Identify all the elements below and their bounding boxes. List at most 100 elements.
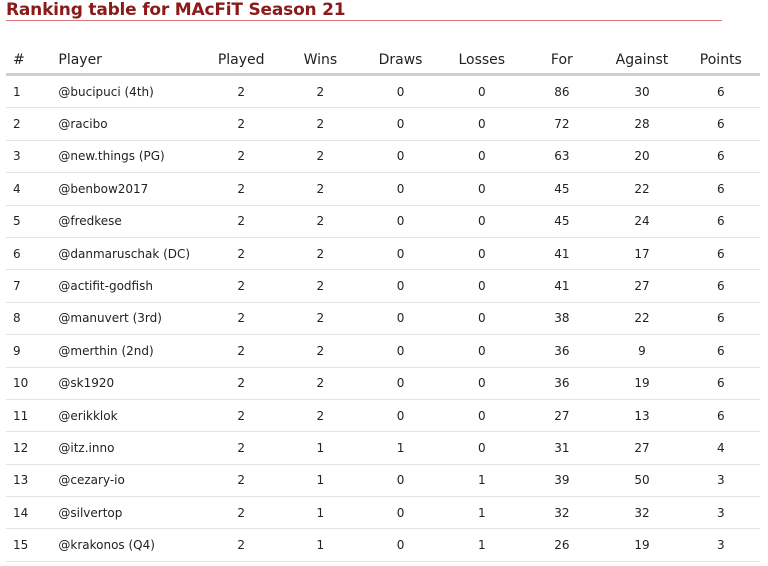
table-row: 12 @itz.inno 2 1 1 0 31 27 4 <box>6 431 760 465</box>
table-row: 2 @racibo 2 2 0 0 72 28 6 <box>6 107 760 141</box>
cell-player: @fredkese <box>58 205 201 238</box>
cell-player: @racibo <box>58 107 201 141</box>
cell-against: 22 <box>602 302 682 336</box>
cell-against: 27 <box>602 269 682 303</box>
cell-losses: 0 <box>442 367 522 400</box>
cell-for: 86 <box>521 74 603 109</box>
column-header-rank: # <box>6 46 59 76</box>
cell-draws: 0 <box>358 334 443 368</box>
cell-draws: 0 <box>358 74 443 109</box>
cell-wins: 2 <box>281 399 359 433</box>
cell-losses: 0 <box>442 269 522 303</box>
table-row: 8 @manuvert (3rd) 2 2 0 0 38 22 6 <box>6 302 760 336</box>
cell-rank: 14 <box>6 496 59 530</box>
cell-wins: 2 <box>281 334 359 368</box>
cell-played: 2 <box>200 269 282 303</box>
table-row: 14 @silvertop 2 1 0 1 32 32 3 <box>6 496 760 530</box>
cell-draws: 0 <box>358 496 443 530</box>
table-row: 13 @cezary-io 2 1 0 1 39 50 3 <box>6 464 760 498</box>
cell-draws: 0 <box>358 205 443 238</box>
cell-losses: 1 <box>442 528 522 562</box>
cell-rank: 5 <box>6 205 59 238</box>
cell-against: 32 <box>602 496 682 530</box>
cell-wins: 2 <box>281 107 359 141</box>
table-row: 5 @fredkese 2 2 0 0 45 24 6 <box>6 205 760 238</box>
cell-rank: 12 <box>6 431 59 465</box>
cell-draws: 1 <box>358 431 443 465</box>
cell-player: @silvertop <box>58 496 201 530</box>
column-header-points: Points <box>681 46 760 76</box>
cell-draws: 0 <box>358 107 443 141</box>
table-row: 6 @danmaruschak (DC) 2 2 0 0 41 17 6 <box>6 237 760 271</box>
cell-wins: 1 <box>281 496 359 530</box>
cell-player: @krakonos (Q4) <box>58 528 201 562</box>
cell-against: 24 <box>602 205 682 238</box>
cell-against: 13 <box>602 399 682 433</box>
cell-wins: 1 <box>281 431 359 465</box>
cell-for: 41 <box>521 237 603 271</box>
table-row: 15 @krakonos (Q4) 2 1 0 1 26 19 3 <box>6 528 760 562</box>
table-row: 11 @erikklok 2 2 0 0 27 13 6 <box>6 399 760 433</box>
cell-played: 2 <box>200 431 282 465</box>
cell-player: @merthin (2nd) <box>58 334 201 368</box>
cell-against: 19 <box>602 528 682 562</box>
cell-losses: 0 <box>442 205 522 238</box>
table-row: 3 @new.things (PG) 2 2 0 0 63 20 6 <box>6 140 760 174</box>
cell-played: 2 <box>200 496 282 530</box>
cell-for: 39 <box>521 464 603 498</box>
cell-draws: 0 <box>358 399 443 433</box>
cell-wins: 2 <box>281 367 359 400</box>
cell-against: 50 <box>602 464 682 498</box>
cell-rank: 7 <box>6 269 59 303</box>
cell-player: @benbow2017 <box>58 172 201 206</box>
table-row: 10 @sk1920 2 2 0 0 36 19 6 <box>6 367 760 400</box>
cell-against: 19 <box>602 367 682 400</box>
cell-rank: 9 <box>6 334 59 368</box>
cell-points: 3 <box>681 528 760 562</box>
cell-points: 6 <box>681 107 760 141</box>
table-row: 4 @benbow2017 2 2 0 0 45 22 6 <box>6 172 760 206</box>
cell-played: 2 <box>200 205 282 238</box>
cell-played: 2 <box>200 237 282 271</box>
cell-losses: 0 <box>442 74 522 109</box>
cell-losses: 1 <box>442 496 522 530</box>
cell-for: 36 <box>521 334 603 368</box>
cell-rank: 8 <box>6 302 59 336</box>
cell-losses: 0 <box>442 107 522 141</box>
cell-for: 26 <box>521 528 603 562</box>
cell-draws: 0 <box>358 367 443 400</box>
column-header-against: Against <box>602 46 682 76</box>
cell-played: 2 <box>200 528 282 562</box>
cell-against: 22 <box>602 172 682 206</box>
table-row: 9 @merthin (2nd) 2 2 0 0 36 9 6 <box>6 334 760 368</box>
cell-wins: 2 <box>281 205 359 238</box>
cell-against: 27 <box>602 431 682 465</box>
cell-rank: 11 <box>6 399 59 433</box>
cell-losses: 0 <box>442 431 522 465</box>
cell-wins: 2 <box>281 302 359 336</box>
cell-wins: 2 <box>281 237 359 271</box>
cell-against: 9 <box>602 334 682 368</box>
cell-player: @bucipuci (4th) <box>58 74 201 109</box>
table-body: 1 @bucipuci (4th) 2 2 0 0 86 30 6 2 @racibo 2 2 0 0 72 2… <box>6 74 760 562</box>
cell-rank: 4 <box>6 172 59 206</box>
cell-rank: 15 <box>6 528 59 562</box>
cell-for: 36 <box>521 367 603 400</box>
cell-played: 2 <box>200 334 282 368</box>
table-row: 1 @bucipuci (4th) 2 2 0 0 86 30 6 <box>6 74 760 109</box>
table-row: 7 @actifit-godfish 2 2 0 0 41 27 6 <box>6 269 760 303</box>
ranking-table: # Player Played Wins Draws Losses For Against Po… <box>6 46 760 562</box>
cell-for: 41 <box>521 269 603 303</box>
table-header-row: # Player Played Wins Draws Losses For Against Po… <box>6 46 760 76</box>
cell-points: 6 <box>681 172 760 206</box>
cell-points: 6 <box>681 367 760 400</box>
cell-against: 28 <box>602 107 682 141</box>
cell-for: 45 <box>521 172 603 206</box>
cell-draws: 0 <box>358 140 443 174</box>
cell-draws: 0 <box>358 269 443 303</box>
cell-for: 27 <box>521 399 603 433</box>
cell-points: 6 <box>681 302 760 336</box>
cell-against: 20 <box>602 140 682 174</box>
cell-wins: 1 <box>281 528 359 562</box>
cell-losses: 0 <box>442 172 522 206</box>
